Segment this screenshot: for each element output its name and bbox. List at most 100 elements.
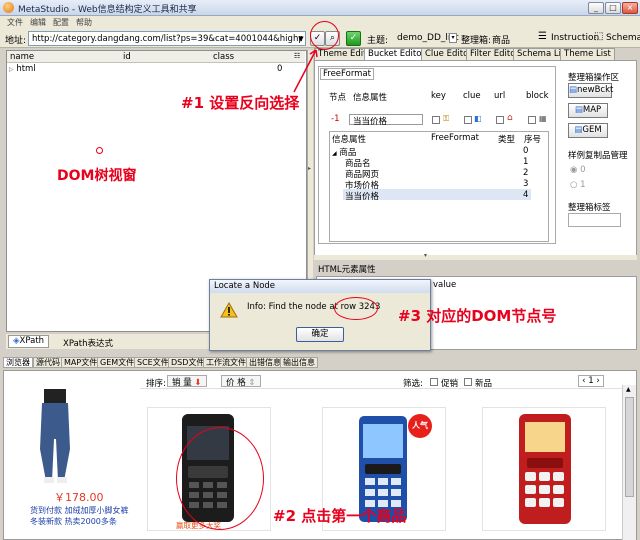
ff-key-icon[interactable]: ⚿ (443, 114, 449, 124)
filter-promo-label: 促销 (441, 379, 459, 389)
box-value: 商品 (492, 36, 511, 46)
at-col-ff[interactable]: FreeFormat (431, 133, 479, 143)
splitter-horizontal[interactable]: ▾ (314, 252, 637, 260)
at-col-attr[interactable]: 信息属性 (332, 133, 366, 145)
ff-clue-checkbox[interactable] (464, 116, 472, 124)
dom-tree-header: name id class ☷ (7, 51, 305, 63)
scroll-up-icon: ▲ (626, 386, 631, 393)
ff-url-home-icon[interactable]: ⌂ (507, 113, 513, 123)
col-class[interactable]: class (213, 52, 234, 62)
menu-file[interactable]: 文件 (7, 17, 23, 28)
ff-url-checkbox[interactable] (496, 116, 504, 124)
xpath-tab[interactable]: ◈XPath (8, 335, 50, 348)
minimize-button[interactable]: _ (588, 2, 604, 14)
new-bucket-button[interactable]: ▤newBckt (568, 83, 613, 98)
html-attrs-title: HTML元素属性 (318, 265, 376, 275)
map-button[interactable]: ▤MAP (568, 103, 608, 118)
html-attrs-value-col: value (433, 280, 457, 290)
at-row-1-num: 1 (523, 157, 529, 167)
product-card-3[interactable] (482, 407, 606, 531)
freeformat-tab[interactable]: FreeFormat (320, 68, 374, 80)
page-indicator[interactable]: ‹ 1 › (578, 375, 604, 387)
tab-map-file[interactable]: MAP文件 (61, 357, 101, 368)
browser-scrollbar[interactable]: ▲ (622, 385, 636, 540)
at-root-num: 0 (523, 146, 529, 156)
annotation-arrow-icon (293, 49, 318, 93)
theme-dropdown-icon[interactable]: ▾ (449, 33, 457, 43)
tab-errors[interactable]: 出错信息 (246, 357, 284, 368)
gem-button[interactable]: ▤GEM (568, 123, 608, 138)
col-name[interactable]: name (10, 52, 34, 62)
sort-bar: 排序: 销 量 ⬇ 价 格 ⇕ 筛选: 促销 新品 ‹ 1 › (140, 375, 630, 389)
at-row-4-name[interactable]: 当当价格 (345, 190, 379, 202)
tab-dsd-file[interactable]: DSD文件 (168, 357, 208, 368)
instruction-icon: ☰ (538, 31, 547, 42)
arrow-down-icon: ⬇ (194, 378, 202, 388)
collapse-icon: ◢ (332, 150, 337, 157)
scroll-thumb (625, 397, 634, 497)
dialog-title: Locate a Node (210, 280, 430, 293)
dialog-ok-button[interactable]: 确定 (296, 327, 344, 342)
close-button[interactable]: × (622, 2, 638, 14)
ff-block-icon[interactable]: ▦ (539, 114, 547, 123)
xpath-label: XPath表达式 (63, 339, 113, 349)
sort-price-button[interactable]: 价 格 ⇕ (221, 375, 261, 388)
schema-icon: ⬚ (594, 31, 604, 42)
tree-node-value: 0 (277, 64, 283, 74)
tab-sce-file[interactable]: SCE文件 (134, 357, 172, 368)
tab-workflow-file[interactable]: 工作流文件 (203, 357, 249, 368)
ff-col-url: url (494, 91, 506, 101)
tab-source[interactable]: 源代码 (33, 357, 63, 368)
expand-icon[interactable]: ▷ (9, 66, 14, 73)
tab-theme-list[interactable]: Theme List (560, 48, 615, 60)
theme-label: 主题: (367, 36, 389, 46)
sort-sales-button[interactable]: 销 量 ⬇ (167, 375, 207, 388)
radio-0[interactable]: ◉ 0 (570, 165, 586, 175)
ff-col-block: block (526, 91, 549, 101)
confirm-icon[interactable]: ✓ (346, 31, 361, 46)
annotation-circle-2 (176, 427, 264, 530)
menu-edit[interactable]: 编辑 (30, 17, 46, 28)
annotation-2: #2 点击第一个商品 (273, 507, 407, 525)
ff-key-checkbox[interactable] (432, 116, 440, 124)
tab-gem-file[interactable]: GEM文件 (97, 357, 138, 368)
tree-node-name: html (16, 64, 36, 74)
maximize-button[interactable]: □ (605, 2, 621, 14)
menu-config[interactable]: 配置 (53, 17, 69, 28)
ff-clue-icon[interactable]: ◧ (474, 114, 482, 123)
annotation-circle-3 (334, 297, 378, 320)
label-input[interactable] (568, 213, 621, 227)
phone-red-icon (519, 414, 571, 524)
instruction-link[interactable]: Instruction (551, 33, 599, 43)
left-product-price: ￥178.00 (54, 491, 104, 504)
left-product-image[interactable] (22, 389, 88, 485)
address-dropdown-icon[interactable]: ▼ (296, 33, 306, 44)
menu-help[interactable]: 帮助 (76, 17, 92, 28)
left-product-link-1[interactable]: 货到付款 加绒加厚小脚女裤 (30, 505, 129, 516)
sort-label: 排序: (146, 379, 166, 389)
radio-1[interactable]: ○ 1 (570, 180, 586, 190)
annotation-3: #3 对应的DOM节点号 (398, 307, 557, 325)
ff-attr-input[interactable]: 当当价格 (349, 114, 423, 127)
col-id[interactable]: id (123, 52, 131, 62)
schema-link[interactable]: Schema (606, 33, 640, 43)
bucket-ops-title: 整理箱操作区 (568, 73, 620, 83)
box-label: 整理箱: (461, 36, 492, 46)
tab-browser[interactable]: 浏览器 (3, 357, 33, 368)
marker-circle-icon (96, 147, 103, 154)
at-row-4-num: 4 (523, 190, 529, 200)
at-row-3-num: 3 (523, 179, 529, 189)
filter-new-checkbox[interactable] (464, 378, 472, 386)
tab-output[interactable]: 输出信息 (280, 357, 318, 368)
dom-tree-root-row[interactable]: ▷ html (9, 64, 36, 74)
ff-block-checkbox[interactable] (528, 116, 536, 124)
bottom-tabs: 浏览器 源代码 MAP文件 GEM文件 SCE文件 DSD文件 工作流文件 出错… (3, 356, 637, 369)
left-product-link-2[interactable]: 冬装新款 热卖2000多条 (30, 516, 117, 527)
filter-promo-checkbox[interactable] (430, 378, 438, 386)
ff-col-attr: 信息属性 (353, 93, 388, 103)
new-bucket-icon: ▤ (569, 85, 578, 95)
at-col-type[interactable]: 类型 (498, 133, 515, 145)
at-col-num[interactable]: 序号 (524, 133, 541, 145)
label-title: 整理箱标签 (568, 203, 611, 213)
address-input[interactable] (28, 31, 306, 46)
